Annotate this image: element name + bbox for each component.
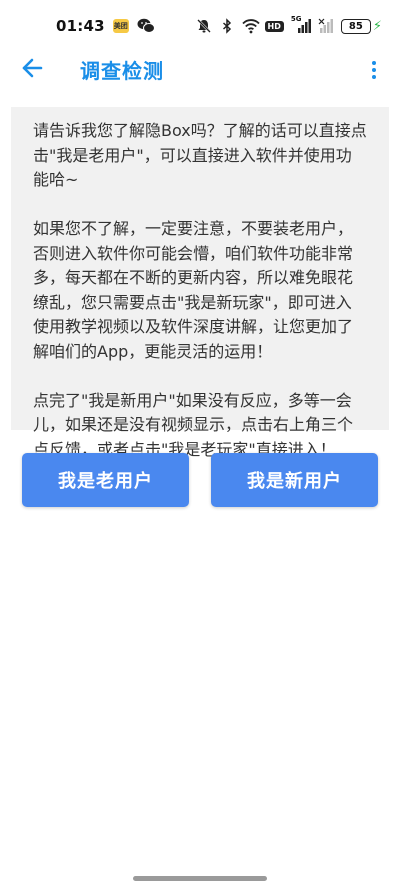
more-dot: [372, 75, 376, 79]
mute-icon: [196, 18, 212, 34]
new-user-button[interactable]: 我是新用户: [211, 453, 378, 507]
more-options-button[interactable]: [362, 56, 386, 84]
charging-icon: ⚡: [372, 18, 382, 34]
screen: 01:43 美团 HD 5G 85 ⚡ 调查检测 请告诉我您了解隐Box吗？了解…: [0, 0, 400, 888]
status-right: HD 5G 85 ⚡: [196, 15, 382, 34]
more-dot: [372, 68, 376, 72]
battery-level: 85: [340, 18, 371, 34]
info-paragraph-1: 请告诉我您了解隐Box吗？了解的话可以直接点击"我是老用户"，可以直接进入软件并…: [33, 121, 367, 189]
more-vertical-icon: [372, 61, 376, 65]
home-indicator[interactable]: [133, 876, 267, 881]
info-card: 请告诉我您了解隐Box吗？了解的话可以直接点击"我是老用户"，可以直接进入软件并…: [11, 107, 389, 459]
signal-empty-icon: [318, 18, 334, 34]
status-left: 01:43 美团: [56, 17, 155, 35]
bluetooth-icon: [219, 18, 235, 34]
status-bar: 01:43 美团 HD 5G 85 ⚡: [0, 0, 400, 52]
page-title: 调查检测: [80, 59, 164, 83]
signal-icon: 5G: [290, 15, 311, 34]
arrow-left-icon: [21, 57, 43, 83]
wechat-icon: [137, 18, 155, 34]
back-button[interactable]: [18, 56, 46, 84]
network-label: 5G: [290, 15, 302, 23]
old-user-button[interactable]: 我是老用户: [22, 453, 189, 507]
wifi-icon: [241, 18, 260, 34]
hd-icon: HD: [264, 20, 284, 32]
info-paragraph-3: 点完了"我是新用户"如果没有反应，多等一会儿，如果还是没有视频显示，点击右上角三…: [33, 390, 354, 459]
info-paragraph-2: 如果您不了解，一定要注意，不要装老用户，否则进入软件你可能会懵，咱们软件功能非常…: [33, 219, 354, 361]
meituan-app-icon: 美团: [112, 19, 129, 33]
battery-icon: 85 ⚡: [340, 18, 382, 34]
app-header: 调查检测: [0, 52, 400, 88]
status-time: 01:43: [56, 17, 105, 35]
